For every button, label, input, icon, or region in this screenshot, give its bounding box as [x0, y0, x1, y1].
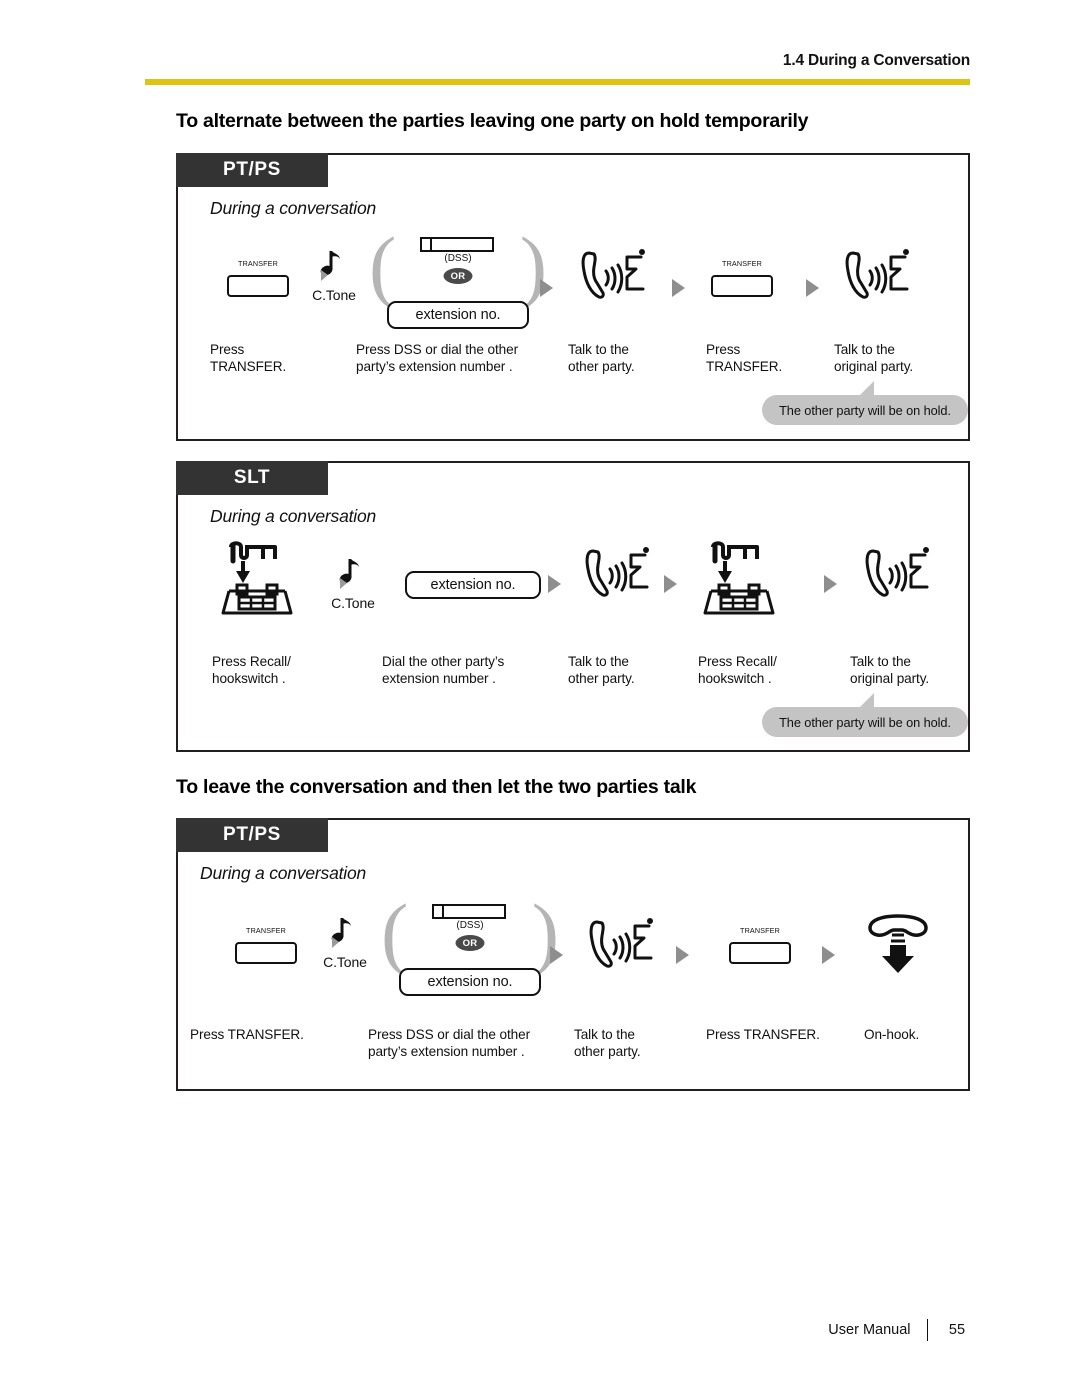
step-icon-on-hook — [858, 914, 938, 974]
step-icon-transfer-key-2: TRANSFER — [702, 257, 782, 297]
step-caption-press-recall-hookswitch-2: Press Recall/ hookswitch . — [698, 654, 777, 686]
page-footer: User Manual 55 — [828, 1319, 970, 1341]
page-header: 1.4 During a Conversation — [0, 52, 1080, 76]
dss-or-extension-icon: ( ) (DSS) OR extension no. — [381, 892, 559, 996]
group-paren-left: ( — [381, 887, 409, 978]
step-caption-press-transfer-3: Press TRANSFER. — [190, 1027, 304, 1042]
talk-handset-icon — [585, 547, 649, 597]
transfer-key-label: TRANSFER — [246, 926, 286, 935]
extension-no-field: extension no. — [405, 571, 541, 599]
extension-no-field: extension no. — [387, 301, 529, 329]
step-icon-dss-or-extension-1: ( ) (DSS) OR extension no. — [368, 225, 548, 329]
step-caption-talk-other-party-3: Talk to the other party. — [574, 1027, 641, 1059]
dss-key-label: (DSS) — [444, 253, 472, 264]
transfer-key-body — [227, 275, 289, 297]
flow-arrow-icon-7 — [550, 946, 563, 964]
flow-arrow-icon-5 — [664, 575, 677, 593]
flow-arrow-icon-4 — [548, 575, 561, 593]
talk-handset-icon — [865, 547, 929, 597]
step-icon-talk-handset-1 — [574, 249, 654, 303]
flow-arrow-icon-1 — [540, 279, 553, 297]
flow-arrow-icon-3 — [806, 279, 819, 297]
step-flow: Press Recall/ hookswitch . C.Tone extens… — [178, 463, 968, 750]
dss-key-icon — [420, 237, 494, 252]
step-flow: TRANSFER Press TRANSFER. C.Tone ( ) (DSS… — [178, 820, 968, 1089]
procedure-diagram-slt-alternate: SLT During a conversation Press Recall/ … — [176, 461, 970, 752]
transfer-key-body — [729, 942, 791, 964]
step-icon-talk-handset-2 — [838, 249, 918, 303]
flow-arrow-icon-6 — [824, 575, 837, 593]
hookswitch-icon — [703, 541, 775, 615]
or-badge: OR — [443, 268, 473, 284]
confirmation-tone-icon: C.Tone — [314, 916, 376, 970]
transfer-key-label: TRANSFER — [238, 259, 278, 268]
talk-handset-icon — [581, 249, 645, 299]
step-caption-press-dss-2: Press DSS or dial the other party’s exte… — [368, 1027, 531, 1059]
transfer-key-body — [711, 275, 773, 297]
transfer-key-icon: TRANSFER — [727, 926, 793, 964]
callout-other-party-on-hold: The other party will be on hold. — [762, 395, 968, 425]
step-caption-talk-original-party-2: Talk to the original party. — [850, 654, 930, 686]
step-icon-confirmation-tone-2: C.Tone — [322, 555, 384, 611]
step-icon-hookswitch-2 — [696, 541, 782, 615]
footer-manual-label: User Manual — [828, 1322, 911, 1338]
step-caption-press-transfer-1: Press TRANSFER. — [210, 342, 287, 374]
flow-arrow-icon-8 — [676, 946, 689, 964]
extension-no-field: extension no. — [399, 968, 541, 996]
dss-key-label: (DSS) — [456, 920, 484, 931]
step-icon-hookswitch-1 — [214, 541, 300, 615]
step-caption-press-transfer-2: Press TRANSFER. — [706, 342, 783, 374]
step-caption-press-transfer-4: Press TRANSFER. — [706, 1027, 820, 1042]
confirmation-tone-label: C.Tone — [331, 595, 375, 611]
step-icon-confirmation-tone-3: C.Tone — [314, 914, 376, 970]
step-icon-transfer-key-1: TRANSFER — [218, 257, 298, 297]
step-icon-transfer-key-4: TRANSFER — [720, 924, 800, 964]
confirmation-tone-icon: C.Tone — [322, 557, 384, 611]
talk-handset-icon — [589, 918, 653, 968]
transfer-key-icon: TRANSFER — [709, 259, 775, 297]
step-caption-on-hook: On-hook. — [864, 1027, 920, 1042]
transfer-key-icon: TRANSFER — [225, 259, 291, 297]
transfer-key-icon: TRANSFER — [233, 926, 299, 964]
or-badge: OR — [455, 935, 485, 951]
transfer-key-label: TRANSFER — [722, 259, 762, 268]
step-icon-talk-handset-3 — [578, 547, 658, 601]
step-caption-dial-extension-number-1: Dial the other party’s extension number … — [382, 654, 505, 686]
transfer-key-body — [235, 942, 297, 964]
step-icon-confirmation-tone-1: C.Tone — [303, 247, 365, 303]
step-caption-press-dss-1: Press DSS or dial the other party’s exte… — [356, 342, 519, 374]
procedure-diagram-ptps-leave: PT/PS During a conversation TRANSFER Pre… — [176, 818, 970, 1091]
footer-divider — [926, 1319, 928, 1341]
step-icon-dss-or-extension-2: ( ) (DSS) OR extension no. — [380, 892, 560, 996]
step-flow: TRANSFER Press TRANSFER. C.Tone ( ) (DSS… — [178, 155, 968, 439]
step-caption-press-recall-hookswitch-1: Press Recall/ hookswitch . — [212, 654, 291, 686]
dss-or-extension-icon: ( ) (DSS) OR extension no. — [369, 225, 547, 329]
step-caption-talk-original-party-1: Talk to the original party. — [834, 342, 914, 374]
on-hook-icon — [868, 914, 928, 973]
section-heading-alternate-parties: To alternate between the parties leaving… — [176, 110, 809, 132]
step-icon-extension-no-1: extension no. — [398, 567, 548, 599]
hookswitch-icon — [221, 541, 293, 615]
callout-other-party-on-hold: The other party will be on hold. — [762, 707, 968, 737]
header-accent-rule — [145, 79, 970, 85]
confirmation-tone-icon: C.Tone — [303, 249, 365, 303]
step-icon-talk-handset-5 — [582, 918, 662, 972]
flow-arrow-icon-9 — [822, 946, 835, 964]
confirmation-tone-label: C.Tone — [323, 954, 367, 970]
confirmation-tone-label: C.Tone — [312, 287, 356, 303]
footer-page-number: 55 — [948, 1322, 966, 1338]
dss-key-icon — [432, 904, 506, 919]
step-caption-talk-other-party-1: Talk to the other party. — [568, 342, 635, 374]
flow-arrow-icon-2 — [672, 279, 685, 297]
transfer-key-label: TRANSFER — [740, 926, 780, 935]
section-heading-leave-conversation: To leave the conversation and then let t… — [176, 776, 697, 798]
procedure-diagram-ptps-alternate: PT/PS During a conversation TRANSFER Pre… — [176, 153, 970, 441]
step-icon-talk-handset-4 — [858, 547, 938, 601]
group-paren-left: ( — [369, 220, 397, 311]
running-head-section-title: 1.4 During a Conversation — [782, 52, 970, 69]
step-caption-talk-other-party-2: Talk to the other party. — [568, 654, 635, 686]
step-icon-transfer-key-3: TRANSFER — [226, 924, 306, 964]
talk-handset-icon — [845, 249, 909, 299]
